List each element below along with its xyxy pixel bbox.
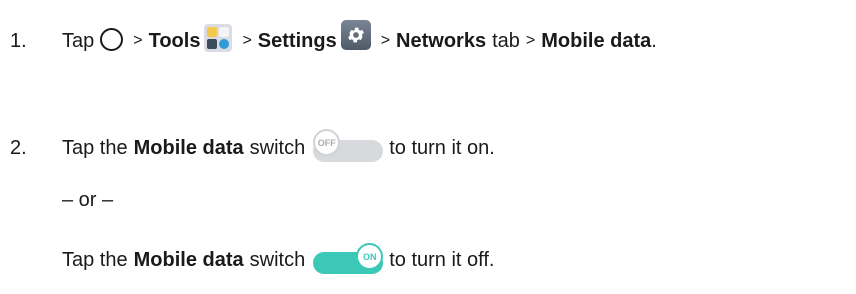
tools-label: Tools bbox=[148, 29, 201, 52]
step-text: Tap the bbox=[62, 248, 128, 271]
mobile-data-label: Mobile data bbox=[133, 248, 244, 271]
mobile-data-switch-on: ON bbox=[313, 243, 384, 275]
or-text: – or – bbox=[62, 189, 114, 211]
switch-knob-on: ON bbox=[356, 243, 384, 270]
step-3: Tap the Mobile data switch ON to turn it… bbox=[62, 243, 495, 275]
separator: > bbox=[133, 32, 143, 49]
separator: > bbox=[242, 32, 252, 49]
separator: > bbox=[525, 32, 536, 49]
tab-word: tab bbox=[492, 29, 520, 52]
step-text: to turn it off. bbox=[389, 248, 495, 271]
mobile-data-label: Mobile data bbox=[541, 29, 652, 52]
step-text: Tap bbox=[62, 29, 95, 52]
step-text: to turn it on. bbox=[389, 136, 495, 159]
period: . bbox=[651, 29, 657, 52]
step-1: 1. Tap > Tools > Settings > Networks tab… bbox=[10, 20, 657, 56]
step-number: 2. bbox=[10, 136, 27, 159]
or-separator: – or – bbox=[62, 189, 113, 212]
step-2: 2. Tap the Mobile data switch OFF to tur… bbox=[10, 129, 495, 163]
separator: > bbox=[380, 32, 391, 49]
home-circle-icon bbox=[100, 27, 124, 51]
networks-label: Networks bbox=[396, 29, 487, 52]
step-number: 1. bbox=[10, 29, 27, 52]
switch-knob-off: OFF bbox=[313, 129, 341, 156]
tools-folder-icon bbox=[204, 24, 233, 52]
switch-word: switch bbox=[249, 248, 306, 271]
mobile-data-switch-off: OFF bbox=[313, 129, 384, 163]
step-text: Tap the bbox=[62, 136, 128, 159]
gear-icon bbox=[340, 20, 371, 50]
settings-label: Settings bbox=[257, 29, 337, 52]
switch-word: switch bbox=[249, 136, 306, 159]
mobile-data-label: Mobile data bbox=[133, 136, 244, 159]
